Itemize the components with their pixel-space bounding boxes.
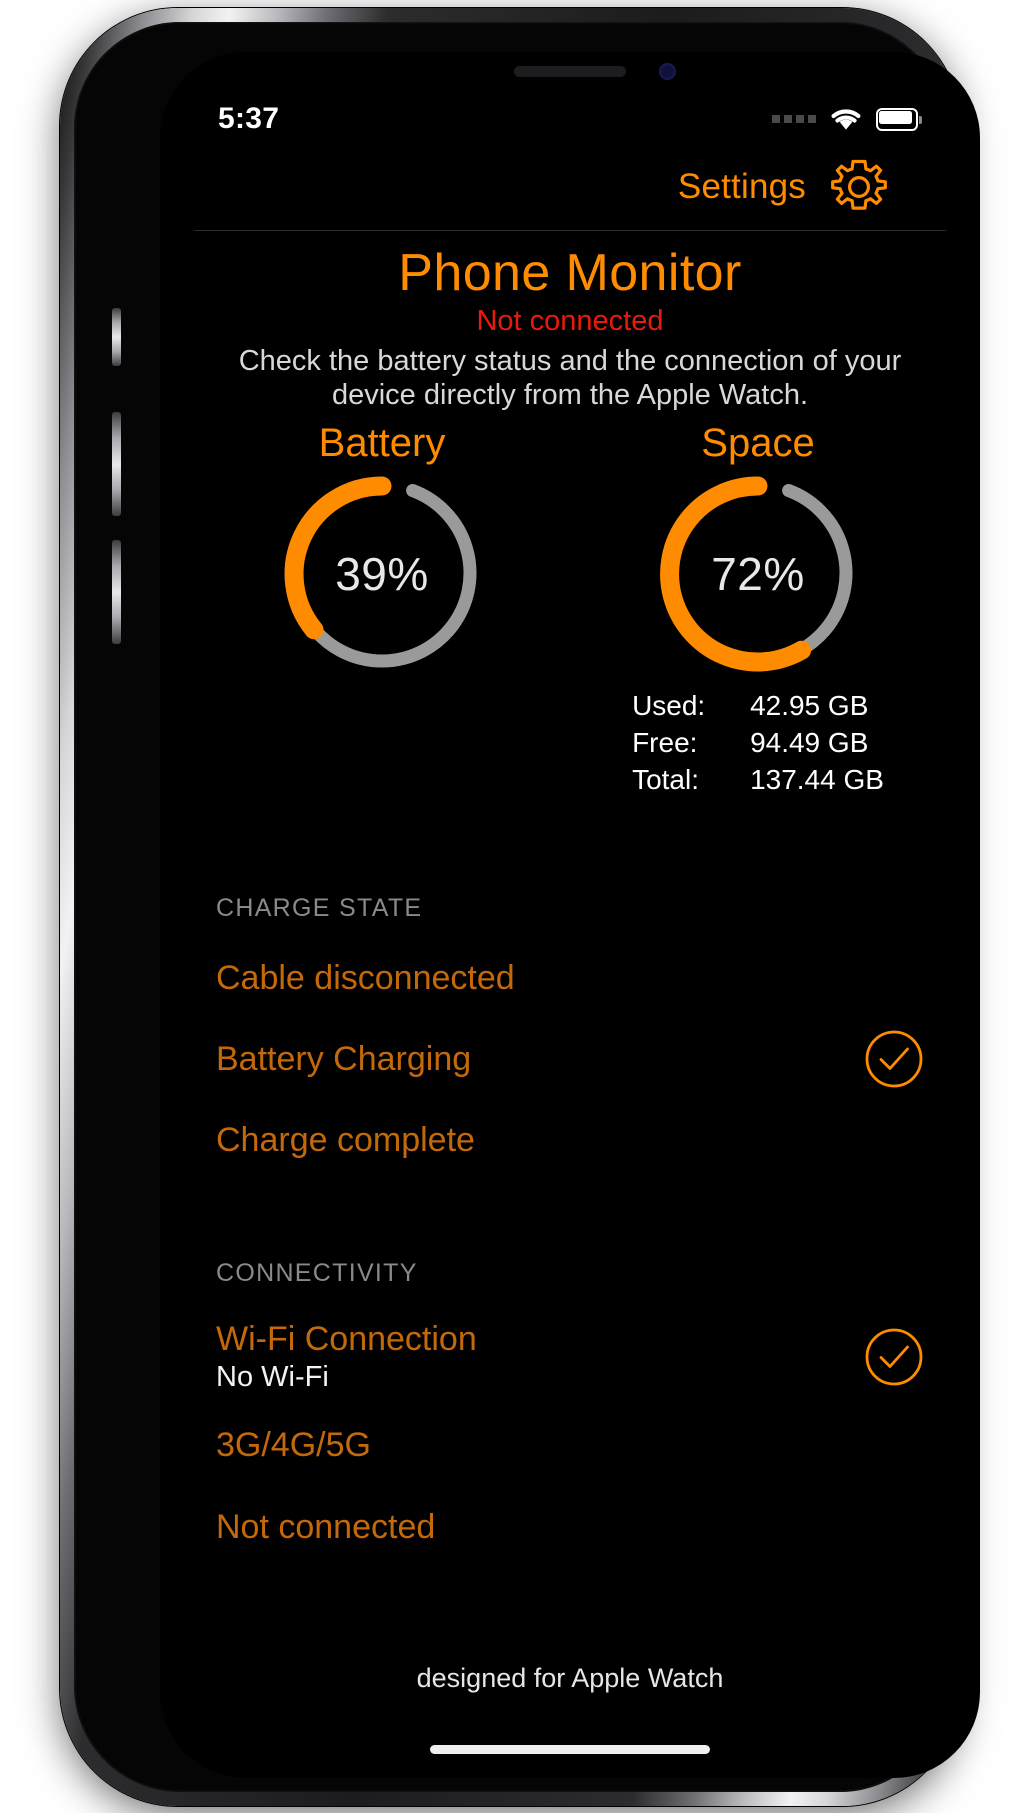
storage-row-total: Total: 137.44 GB bbox=[632, 762, 884, 799]
storage-stats: Used: 42.95 GB Free: 94.49 GB Total: 137… bbox=[632, 688, 884, 799]
earpiece-speaker bbox=[514, 66, 626, 77]
battery-gauge: 39% bbox=[282, 474, 482, 674]
volume-up-button[interactable] bbox=[112, 412, 121, 516]
storage-label-used: Used: bbox=[632, 689, 706, 721]
app-content: Settings Phone Monitor Not connected Che… bbox=[160, 52, 980, 1778]
storage-label-free: Free: bbox=[632, 726, 698, 758]
notch bbox=[420, 52, 720, 94]
phone-screen: 5:37 Settings Phone Monitor Not connecte… bbox=[160, 52, 980, 1778]
front-camera-icon bbox=[659, 63, 676, 80]
connectivity-row-cellular[interactable]: 3G/4G/5G bbox=[216, 1422, 924, 1468]
charge-state-row-complete[interactable]: Charge complete bbox=[216, 1117, 924, 1163]
status-bar-indicators bbox=[772, 107, 922, 132]
gauges-row: Battery 39% Space 72% Used: 42.95 GB Fre… bbox=[160, 413, 980, 799]
storage-label-total: Total: bbox=[632, 763, 699, 795]
status-bar-clock: 5:37 bbox=[218, 102, 280, 135]
connectivity-sub-wifi: No Wi-Fi bbox=[216, 1361, 329, 1394]
battery-gauge-card: Battery 39% bbox=[217, 421, 547, 799]
connectivity-label-wifi: Wi-Fi Connection bbox=[216, 1320, 477, 1359]
connectivity-label-notconnected: Not connected bbox=[216, 1507, 436, 1546]
page-description: Check the battery status and the connect… bbox=[238, 345, 902, 412]
charge-state-label-charging: Battery Charging bbox=[216, 1039, 472, 1078]
battery-icon bbox=[876, 107, 922, 131]
battery-gauge-title: Battery bbox=[318, 420, 446, 465]
checkmark-circle-icon[interactable] bbox=[864, 1029, 924, 1089]
charge-state-label-complete: Charge complete bbox=[216, 1120, 475, 1159]
settings-button[interactable]: Settings bbox=[678, 167, 806, 207]
space-gauge-title: Space bbox=[701, 420, 815, 465]
charge-state-header: CHARGE STATE bbox=[216, 894, 423, 923]
charge-state-row-cable[interactable]: Cable disconnected bbox=[216, 955, 924, 1001]
page-title: Phone Monitor bbox=[398, 244, 742, 302]
battery-gauge-value: 39% bbox=[335, 547, 429, 600]
navigation-bar: Settings bbox=[194, 156, 946, 231]
connectivity-row-wifi[interactable]: Wi-Fi Connection No Wi-Fi bbox=[216, 1320, 924, 1394]
status-bar: 5:37 bbox=[160, 98, 980, 140]
space-gauge: 72% bbox=[658, 474, 858, 674]
wifi-icon bbox=[831, 108, 861, 130]
header-block: Phone Monitor Not connected Check the ba… bbox=[160, 231, 980, 413]
connectivity-row-notconnected[interactable]: Not connected bbox=[216, 1504, 924, 1550]
connectivity-label-cellular: 3G/4G/5G bbox=[216, 1425, 371, 1464]
charge-state-label-cable: Cable disconnected bbox=[216, 958, 515, 997]
charge-state-section: CHARGE STATE Cable disconnected Battery … bbox=[160, 894, 980, 1163]
space-gauge-card: Space 72% Used: 42.95 GB Free: 94.49 GB … bbox=[593, 421, 923, 799]
space-gauge-value: 72% bbox=[711, 547, 805, 600]
storage-row-used: Used: 42.95 GB bbox=[632, 688, 884, 725]
connectivity-header: CONNECTIVITY bbox=[216, 1259, 418, 1288]
storage-value-total: 137.44 GB bbox=[750, 763, 884, 795]
storage-value-used: 42.95 GB bbox=[750, 689, 869, 721]
home-indicator[interactable] bbox=[430, 1745, 710, 1754]
device-frame: 5:37 Settings Phone Monitor Not connecte… bbox=[60, 8, 980, 1806]
checkmark-circle-icon[interactable] bbox=[864, 1327, 924, 1387]
connectivity-section: CONNECTIVITY Wi-Fi Connection No Wi-Fi 3… bbox=[160, 1259, 980, 1550]
footer-text: designed for Apple Watch bbox=[416, 1663, 724, 1693]
gear-icon[interactable] bbox=[828, 156, 890, 218]
charge-state-row-charging[interactable]: Battery Charging bbox=[216, 1029, 924, 1089]
storage-value-free: 94.49 GB bbox=[750, 726, 869, 758]
volume-down-button[interactable] bbox=[112, 540, 121, 644]
connection-status: Not connected bbox=[476, 305, 664, 338]
mute-switch-button[interactable] bbox=[112, 308, 121, 366]
storage-row-free: Free: 94.49 GB bbox=[632, 725, 884, 762]
signal-dots-icon bbox=[772, 115, 816, 123]
